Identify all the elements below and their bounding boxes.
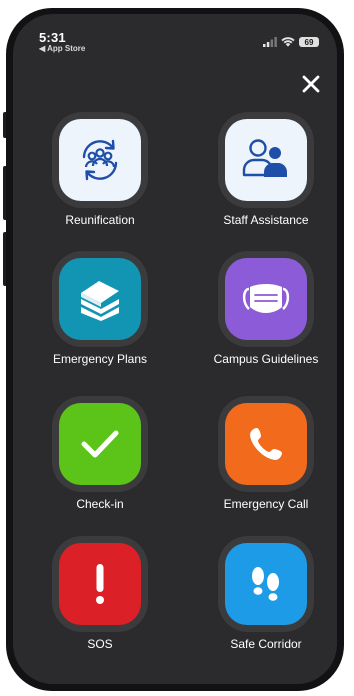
staff-assistance-icon [242,139,287,177]
sos-button[interactable]: SOS [25,536,175,651]
emergency-call-tile-bg [225,403,307,485]
safe-corridor-button[interactable]: Safe Corridor [191,536,337,651]
status-bar: 5:31 ◀ App Store [39,30,85,53]
emergency-call-label: Emergency Call [223,497,309,511]
sos-tile-bg [59,543,141,625]
check-in-tile-bg [59,403,141,485]
emergency-plans-button[interactable]: Emergency Plans [25,251,175,366]
sos-label: SOS [87,637,113,651]
signal-icon [263,37,277,47]
reunification-button[interactable]: Reunification [25,112,175,227]
emergency-call-button[interactable]: Emergency Call [191,396,337,511]
emergency-plans-label: Emergency Plans [52,352,148,366]
staff-assistance-label: Staff Assistance [223,213,309,227]
check-in-label: Check-in [76,497,124,511]
phone-screen: 5:31 ◀ App Store 69 Reunification Staff … [13,14,337,684]
emergency-plans-tile-bg [59,258,141,340]
status-icons: 69 [263,37,319,47]
footprints-icon [252,567,279,601]
checkmark-icon [81,430,119,458]
status-time: 5:31 [39,30,66,45]
campus-guidelines-tile-bg [225,258,307,340]
campus-guidelines-button[interactable]: Campus Guidelines [191,251,337,366]
reunification-tile-bg [59,119,141,201]
close-icon[interactable] [301,74,321,94]
check-in-button[interactable]: Check-in [25,396,175,511]
wifi-icon [281,37,295,47]
reunification-label: Reunification [65,213,135,227]
phone-icon [250,428,282,460]
battery-indicator: 69 [299,37,319,47]
reunification-icon [82,139,118,181]
back-to-app-store-link[interactable]: ◀ App Store [39,44,85,53]
staff-assistance-button[interactable]: Staff Assistance [191,112,337,227]
safe-corridor-label: Safe Corridor [230,637,302,651]
campus-guidelines-label: Campus Guidelines [213,352,319,366]
book-stack-icon [81,281,119,321]
face-mask-icon [242,284,290,313]
exclamation-icon [96,564,104,604]
staff-assistance-tile-bg [225,119,307,201]
safe-corridor-tile-bg [225,543,307,625]
